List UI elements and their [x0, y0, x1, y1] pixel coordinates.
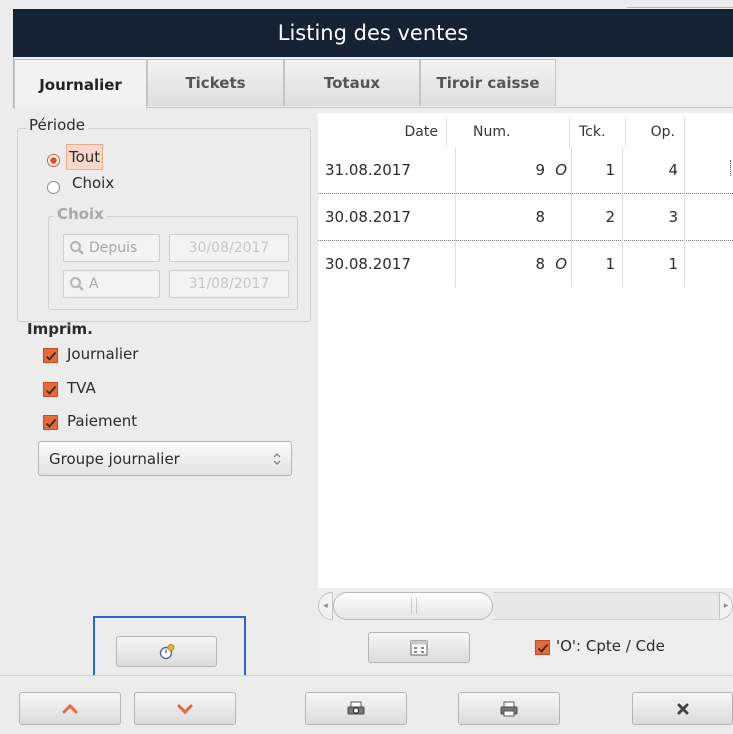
window-titlebar: Listing des ventes [13, 9, 733, 57]
cell-date: 30.08.2017 [325, 255, 411, 273]
depuis-button[interactable]: Depuis [63, 234, 160, 262]
close-icon [676, 702, 690, 716]
radio-choix-label[interactable]: Choix [72, 174, 114, 192]
print-preview-icon [347, 701, 365, 717]
depuis-label: Depuis [89, 240, 138, 256]
cell-tck: 1 [605, 161, 615, 179]
checkbox-paiement[interactable] [43, 415, 58, 430]
col-separator [684, 147, 685, 287]
cell-num: 8 [535, 255, 545, 273]
groupe-select[interactable]: Groupe journalier [38, 441, 292, 476]
radio-indicator-off [47, 181, 60, 194]
search-icon [69, 240, 85, 256]
calendar-button[interactable] [368, 632, 470, 663]
checkbox-journalier[interactable] [43, 348, 58, 363]
col-header-num[interactable]: Num. [473, 117, 563, 147]
tab-strip-filler [556, 59, 733, 107]
col-separator [455, 147, 456, 287]
tab-totaux[interactable]: Totaux [284, 59, 420, 106]
journalier-label[interactable]: Journalier [67, 345, 138, 363]
imprim-legend: Imprim. [27, 320, 93, 338]
cell-flag [551, 194, 567, 240]
cell-flag: O [555, 161, 567, 179]
tab-journalier[interactable]: Journalier [14, 59, 147, 109]
checkbox-o-legend[interactable] [535, 640, 550, 655]
tab-tiroir-caisse[interactable]: Tiroir caisse [420, 59, 556, 106]
scroll-track[interactable] [493, 592, 719, 620]
o-legend-label[interactable]: 'O': Cpte / Cde [556, 637, 665, 655]
move-down-button[interactable] [134, 692, 236, 725]
close-button[interactable] [632, 692, 733, 725]
tab-tickets[interactable]: Tickets [147, 59, 284, 106]
print-preview-button[interactable] [305, 692, 407, 725]
groupe-select-value: Groupe journalier [49, 449, 180, 468]
col-header-date[interactable]: Date [318, 117, 440, 147]
choix-legend: Choix [54, 205, 107, 223]
radio-choix[interactable] [47, 180, 60, 198]
tab-label: Totaux [323, 74, 381, 92]
printer-icon [500, 701, 518, 717]
depuis-date-field[interactable]: 30/08/2017 [169, 234, 289, 262]
periode-legend: Période [26, 116, 89, 134]
checkbox-tva[interactable] [43, 382, 58, 397]
cell-op: 1 [668, 255, 678, 273]
spinner-arrows-icon [273, 452, 281, 466]
top-edge-line [627, 0, 733, 8]
cell-num: 8 [535, 208, 545, 226]
cell-num: 9 [535, 161, 545, 179]
radio-tout[interactable] [47, 153, 60, 171]
col-separator [571, 147, 572, 287]
cell-tck: 1 [605, 255, 615, 273]
cell-tck: 2 [605, 208, 615, 226]
checkmark-icon [45, 385, 56, 395]
checkmark-icon [45, 418, 56, 428]
tab-label: Tiroir caisse [436, 74, 540, 92]
cell-date: 31.08.2017 [325, 161, 411, 179]
chevron-up-icon [62, 703, 78, 714]
radio-indicator-on [47, 154, 60, 167]
tab-label: Tickets [185, 74, 246, 92]
cell-flag: O [555, 255, 567, 273]
scroll-grip-icon [411, 598, 417, 614]
print-button[interactable] [458, 692, 560, 725]
tab-label: Journalier [39, 75, 122, 94]
cell-op: 3 [668, 208, 678, 226]
a-date-field[interactable]: 31/08/2017 [169, 270, 289, 298]
col-separator [684, 117, 685, 147]
paiement-label[interactable]: Paiement [67, 412, 137, 430]
checkmark-icon [45, 351, 56, 361]
tva-label[interactable]: TVA [67, 379, 96, 397]
col-header-tck[interactable]: Tck. [579, 117, 619, 147]
col-separator [569, 117, 570, 147]
col-separator [446, 117, 447, 147]
col-header-op[interactable]: Op. [626, 117, 678, 147]
col-separator [622, 147, 623, 287]
cell-date: 30.08.2017 [325, 208, 411, 226]
move-up-button[interactable] [19, 692, 121, 725]
chevron-down-icon [177, 704, 193, 714]
search-icon [69, 276, 85, 292]
checkmark-icon [537, 643, 548, 653]
radio-tout-label[interactable]: Tout [66, 144, 104, 170]
window-title: Listing des ventes [277, 21, 469, 45]
cell-op: 4 [668, 161, 678, 179]
scroll-thumb[interactable] [333, 592, 493, 620]
a-label: A [89, 276, 99, 292]
calendar-icon [410, 640, 428, 656]
a-button[interactable]: A [63, 270, 160, 298]
